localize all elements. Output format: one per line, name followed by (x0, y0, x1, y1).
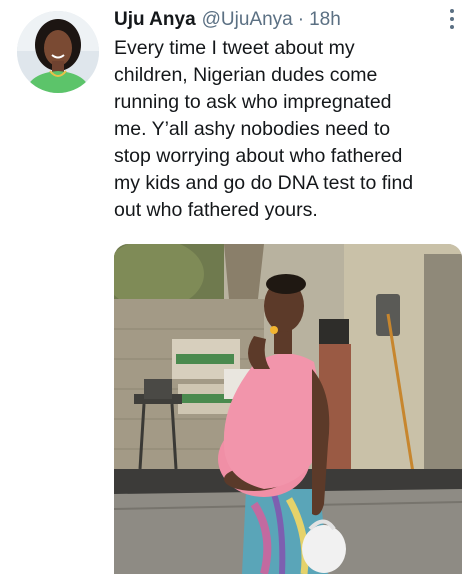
author-handle[interactable]: @UjuAnya (202, 5, 293, 35)
header-separator: · (297, 9, 305, 30)
more-options-icon[interactable] (440, 6, 464, 32)
tweet-timestamp[interactable]: 18h (309, 5, 341, 35)
avatar-image (17, 11, 99, 93)
tweet-text: Every time I tweet about my children, Ni… (114, 35, 464, 224)
tweet-media-photo[interactable] (114, 244, 462, 574)
tweet-text-line: running to ask who impregnated (114, 91, 392, 113)
tweet-text-line: me. Y’all ashy nobodies need to (114, 118, 391, 140)
tweet-text-line: out who fathered yours. (114, 199, 318, 221)
photo-image (114, 244, 462, 574)
author-display-name[interactable]: Uju Anya (114, 5, 196, 35)
tweet-card[interactable]: Uju Anya @UjuAnya · 18h Every time I twe… (0, 0, 475, 574)
tweet-header: Uju Anya @UjuAnya · 18h (114, 5, 341, 35)
tweet-text-line: children, Nigerian dudes come (114, 64, 378, 86)
author-avatar[interactable] (17, 11, 99, 93)
tweet-text-line: stop worrying about who fathered (114, 145, 403, 167)
tweet-text-line: my kids and go do DNA test to find (114, 172, 414, 194)
tweet-text-line: Every time I tweet about my (114, 37, 355, 59)
